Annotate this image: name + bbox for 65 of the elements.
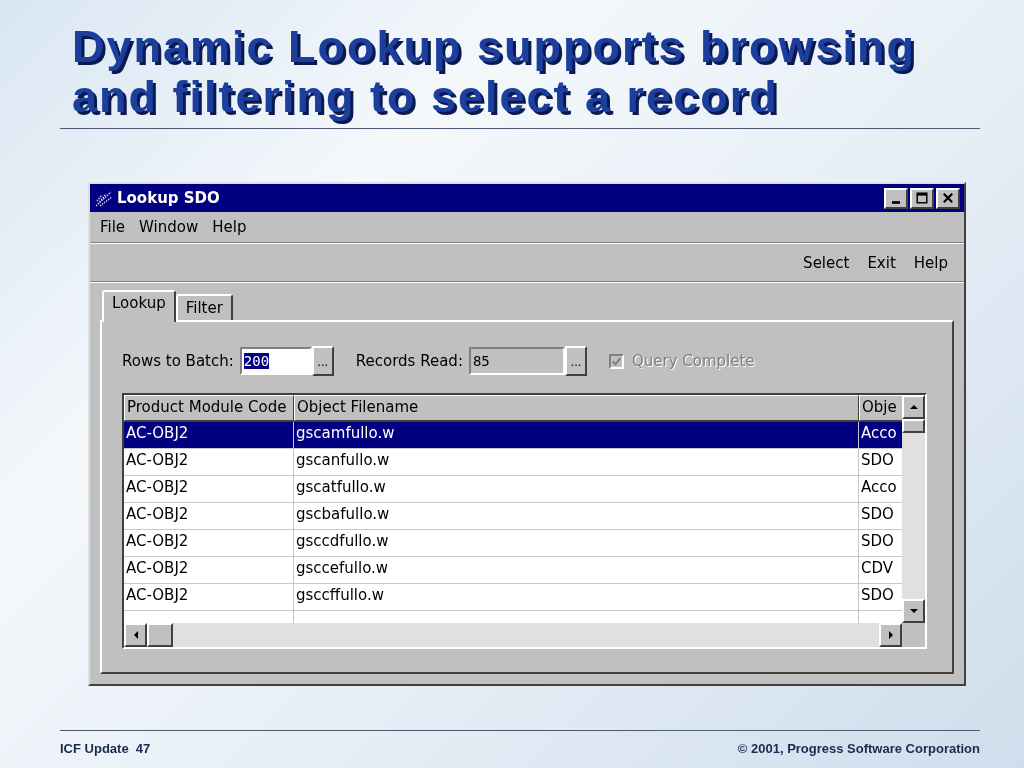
table-cell: AC-OBJ2 <box>124 584 294 610</box>
tab[interactable]: Lookup <box>102 290 176 322</box>
caret-up-icon <box>908 402 919 412</box>
scroll-up-button[interactable] <box>902 395 925 419</box>
caret-down-icon <box>908 606 919 616</box>
records-read-field[interactable]: 85 <box>468 347 565 375</box>
table-cell-text: Acco <box>860 477 898 498</box>
table-cell: AC-OBJ2 <box>124 476 294 502</box>
scroll-thumb[interactable] <box>147 623 173 647</box>
rows-to-batch-field[interactable]: 200 <box>239 347 312 375</box>
checkbox-label: Query Complete <box>631 352 755 370</box>
field-label: Records Read: <box>355 352 463 370</box>
scroll-left-button[interactable] <box>124 623 147 647</box>
table-row[interactable]: AC-OBJ2 gscamfullo.w Acco <box>124 422 902 449</box>
maximize-icon <box>916 192 928 204</box>
minimize-icon <box>892 200 900 204</box>
table-row[interactable]: AC-OBJ2 gscbafullo.w SDO <box>124 503 902 530</box>
ellipsis-button[interactable]: ... <box>311 346 334 376</box>
toolbar-button[interactable]: Exit <box>867 254 896 272</box>
menu-item[interactable]: Help <box>212 218 247 236</box>
table-cell: gscbafullo.w <box>294 503 859 529</box>
table-cell: AC-OBJ2 <box>124 422 294 448</box>
table-cell-text: SDO <box>860 531 895 552</box>
ellipsis-button[interactable]: ... <box>564 346 587 376</box>
table-cell: gscamfullo.w <box>294 422 859 448</box>
menu-item[interactable]: Window <box>139 218 199 236</box>
table-cell-text: CDV <box>860 558 895 579</box>
table-cell: AC-OBJ2 <box>124 557 294 583</box>
table-cell: AC-OBJ2 <box>124 530 294 556</box>
table-cell: AC-OBJ2 <box>124 503 294 529</box>
table-cell-text: SDO <box>860 504 895 525</box>
table-cell: gscatfullo.w <box>294 476 859 502</box>
horizontal-scrollbar[interactable] <box>124 623 902 647</box>
table-cell-text: SDO <box>860 450 895 471</box>
footer-text: ICF Update 47 <box>60 741 151 757</box>
close-icon <box>942 192 954 204</box>
vertical-scrollbar[interactable] <box>902 395 925 623</box>
close-button[interactable] <box>936 187 960 209</box>
table-row[interactable]: AC-OBJ2 gscanfullo.w SDO <box>124 449 902 476</box>
table-cell: gsccffullo.w <box>294 584 859 610</box>
table-cell-text: Acco <box>860 423 898 444</box>
window-title: Lookup SDO <box>117 189 221 207</box>
table-row[interactable]: AC-OBJ2 gsccdfullo.w SDO <box>124 530 902 557</box>
table-row[interactable]: AC-OBJ2 gscatfullo.w Acco <box>124 476 902 503</box>
tab[interactable]: Filter <box>175 294 233 320</box>
table-row[interactable]: AC-OBJ2 gsccefullo.w CDV <box>124 557 902 584</box>
table-cell: gscanfullo.w <box>294 449 859 475</box>
table-cell-text: SDO <box>860 585 895 606</box>
table-cell: gsccefullo.w <box>294 557 859 583</box>
table-cell: AC-OBJ2 <box>124 449 294 475</box>
scroll-thumb[interactable] <box>902 419 925 433</box>
copyright-text: © 2001, Progress Software Corporation <box>737 741 980 757</box>
toolbar-button[interactable]: Select <box>803 254 850 272</box>
table-cell: gsccdfullo.w <box>294 530 859 556</box>
column-header[interactable]: Product Module Code <box>124 395 294 421</box>
table-row[interactable]: AC-OBJ2 gsccffullo.w SDO <box>124 584 902 611</box>
menu-item[interactable]: File <box>100 218 126 236</box>
minimize-button[interactable] <box>884 187 908 209</box>
scroll-down-button[interactable] <box>902 599 925 623</box>
slide-title: Dynamic Lookup supports browsing and filtering to select a record <box>71 22 918 122</box>
field-label: Rows to Batch: <box>122 352 234 370</box>
maximize-button[interactable] <box>910 187 934 209</box>
column-header[interactable]: Object Filename <box>294 395 859 421</box>
toolbar-button[interactable]: Help <box>913 254 948 272</box>
scroll-right-button[interactable] <box>879 623 902 647</box>
